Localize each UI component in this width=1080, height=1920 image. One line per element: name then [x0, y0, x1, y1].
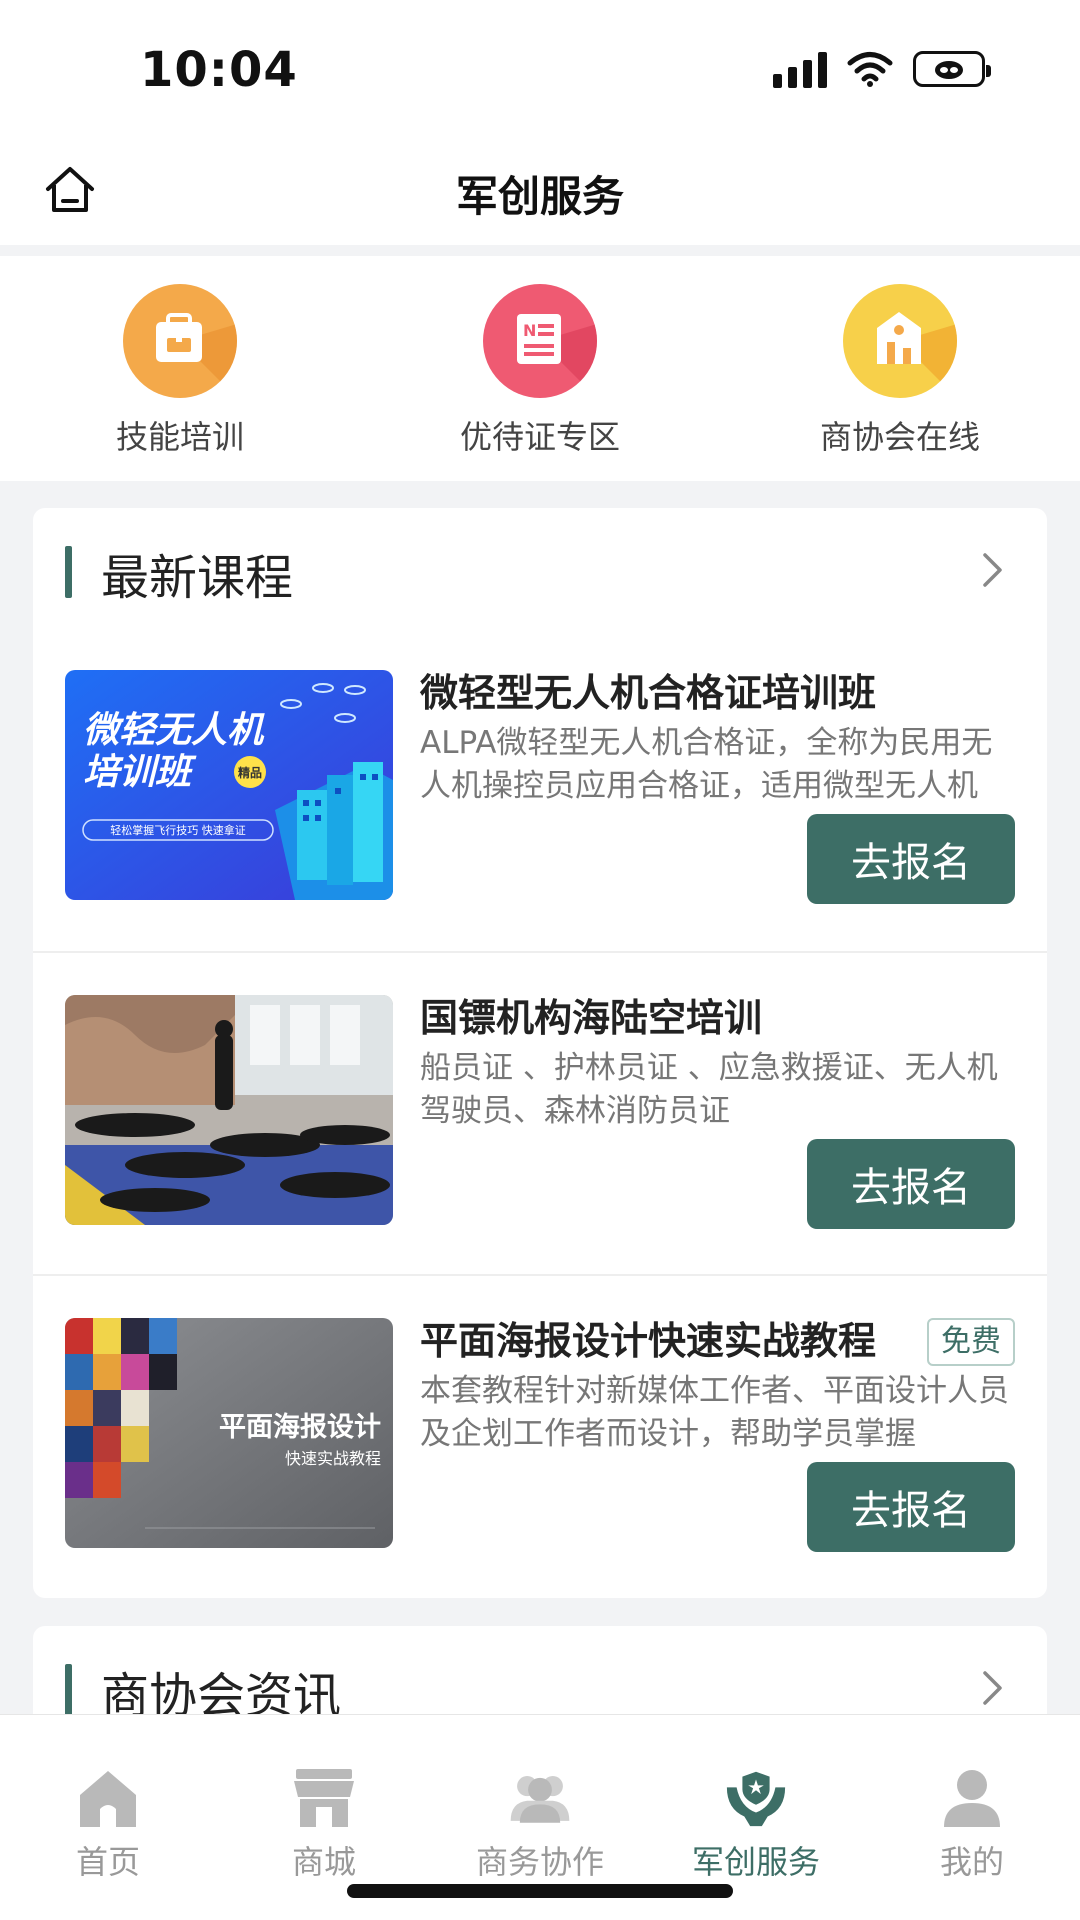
- tab-label: 商城: [291, 1843, 356, 1881]
- tab-label: 我的: [939, 1843, 1004, 1881]
- thumb-text: 平面海报设计: [219, 1412, 381, 1443]
- course-description: 本套教程针对新媒体工作者、平面设计人员及企划工作者而设计，帮助学员掌握: [420, 1373, 1009, 1452]
- page-title: 军创服务: [455, 172, 624, 221]
- thumb-text: 培训班: [83, 752, 197, 793]
- course-thumbnail-poster-design: 平面海报设计 快速实战教程: [65, 1318, 393, 1548]
- thumb-tag: 精品: [238, 765, 262, 780]
- section-header[interactable]: 最新课程: [33, 508, 1047, 628]
- tab-label: 商务协作: [475, 1843, 604, 1881]
- enroll-button[interactable]: 去报名: [807, 814, 1015, 904]
- quick-entry-chamber-online[interactable]: 商协会在线: [720, 256, 1080, 481]
- certificate-icon: N: [483, 284, 597, 398]
- quick-entry-label: 商协会在线: [819, 418, 980, 456]
- tab-mine[interactable]: 我的: [864, 1715, 1080, 1920]
- cellular-signal-icon: [773, 50, 827, 88]
- thumb-subtitle: 轻松掌握飞行技巧 快速拿证: [110, 823, 246, 837]
- battery-icon: [913, 51, 991, 87]
- quick-entry-skill-training[interactable]: 技能培训: [0, 256, 360, 481]
- svg-text:N: N: [523, 321, 536, 340]
- tab-label: 军创服务: [691, 1843, 820, 1881]
- briefcase-icon: [123, 284, 237, 398]
- tab-home[interactable]: 首页: [0, 1715, 216, 1920]
- quick-entry-preferential-card[interactable]: N 优待证专区: [360, 256, 720, 481]
- course-item[interactable]: 平面海报设计 快速实战教程 平面海报设计快速实战教程 免费 本套教程针对新媒体工…: [33, 1274, 1047, 1597]
- enroll-button[interactable]: 去报名: [807, 1462, 1015, 1552]
- section-accent-bar: [65, 1664, 72, 1716]
- hands-shield-icon: [723, 1765, 789, 1831]
- status-bar: 10:04: [0, 0, 1080, 135]
- nav-bar: 军创服务: [0, 135, 1080, 245]
- course-title: 平面海报设计快速实战教程: [420, 1319, 877, 1363]
- home-indicator: [347, 1884, 733, 1898]
- thumb-text: 快速实战教程: [285, 1449, 381, 1468]
- course-thumbnail-drone: 微轻无人机 培训班 精品 轻松掌握飞行技巧 快速拿证: [65, 670, 393, 900]
- course-title: 国镖机构海陆空培训: [420, 996, 763, 1040]
- person-icon: [939, 1765, 1005, 1831]
- section-title: 最新课程: [101, 550, 294, 606]
- course-description: ALPA微轻型无人机合格证，全称为民用无人机操控员应用合格证，适用微型无人机: [420, 725, 993, 804]
- latest-courses-card: 最新课程 微轻无人机 培训班 精品 轻松掌握飞行技巧 快速拿证 微轻型无人机合格…: [33, 508, 1047, 1598]
- tab-label: 首页: [75, 1843, 140, 1881]
- quick-entry-label: 技能培训: [115, 418, 244, 456]
- store-icon: [291, 1765, 357, 1831]
- quick-entry-label: 优待证专区: [459, 418, 620, 456]
- status-icons: [773, 50, 991, 88]
- thumb-text: 微轻无人机: [83, 710, 265, 751]
- course-item[interactable]: 微轻无人机 培训班 精品 轻松掌握飞行技巧 快速拿证 微轻型无人机合格证培训班 …: [33, 628, 1047, 951]
- home-icon: [75, 1765, 141, 1831]
- chevron-right-icon[interactable]: [973, 1666, 1013, 1710]
- course-description: 船员证 、护林员证 、应急救援证、无人机驾驶员、森林消防员证: [420, 1050, 998, 1129]
- status-time: 10:04: [140, 42, 298, 98]
- building-icon: [843, 284, 957, 398]
- course-title: 微轻型无人机合格证培训班: [420, 671, 877, 715]
- section-accent-bar: [65, 546, 72, 598]
- quick-entries: 技能培训 N 优待证专区 商协会在线: [0, 256, 1080, 481]
- course-item[interactable]: 国镖机构海陆空培训 船员证 、护林员证 、应急救援证、无人机驾驶员、森林消防员证…: [33, 951, 1047, 1274]
- course-thumbnail-training-photo: [65, 995, 393, 1225]
- screen: 10:04 军创服务 技能培训 N 优待证专区 商协会在线 最新课程 微轻无人机…: [0, 0, 1080, 1920]
- enroll-button[interactable]: 去报名: [807, 1139, 1015, 1229]
- free-badge: 免费: [927, 1318, 1015, 1366]
- users-icon: [507, 1765, 573, 1831]
- chevron-right-icon[interactable]: [973, 548, 1013, 592]
- wifi-icon: [847, 52, 893, 87]
